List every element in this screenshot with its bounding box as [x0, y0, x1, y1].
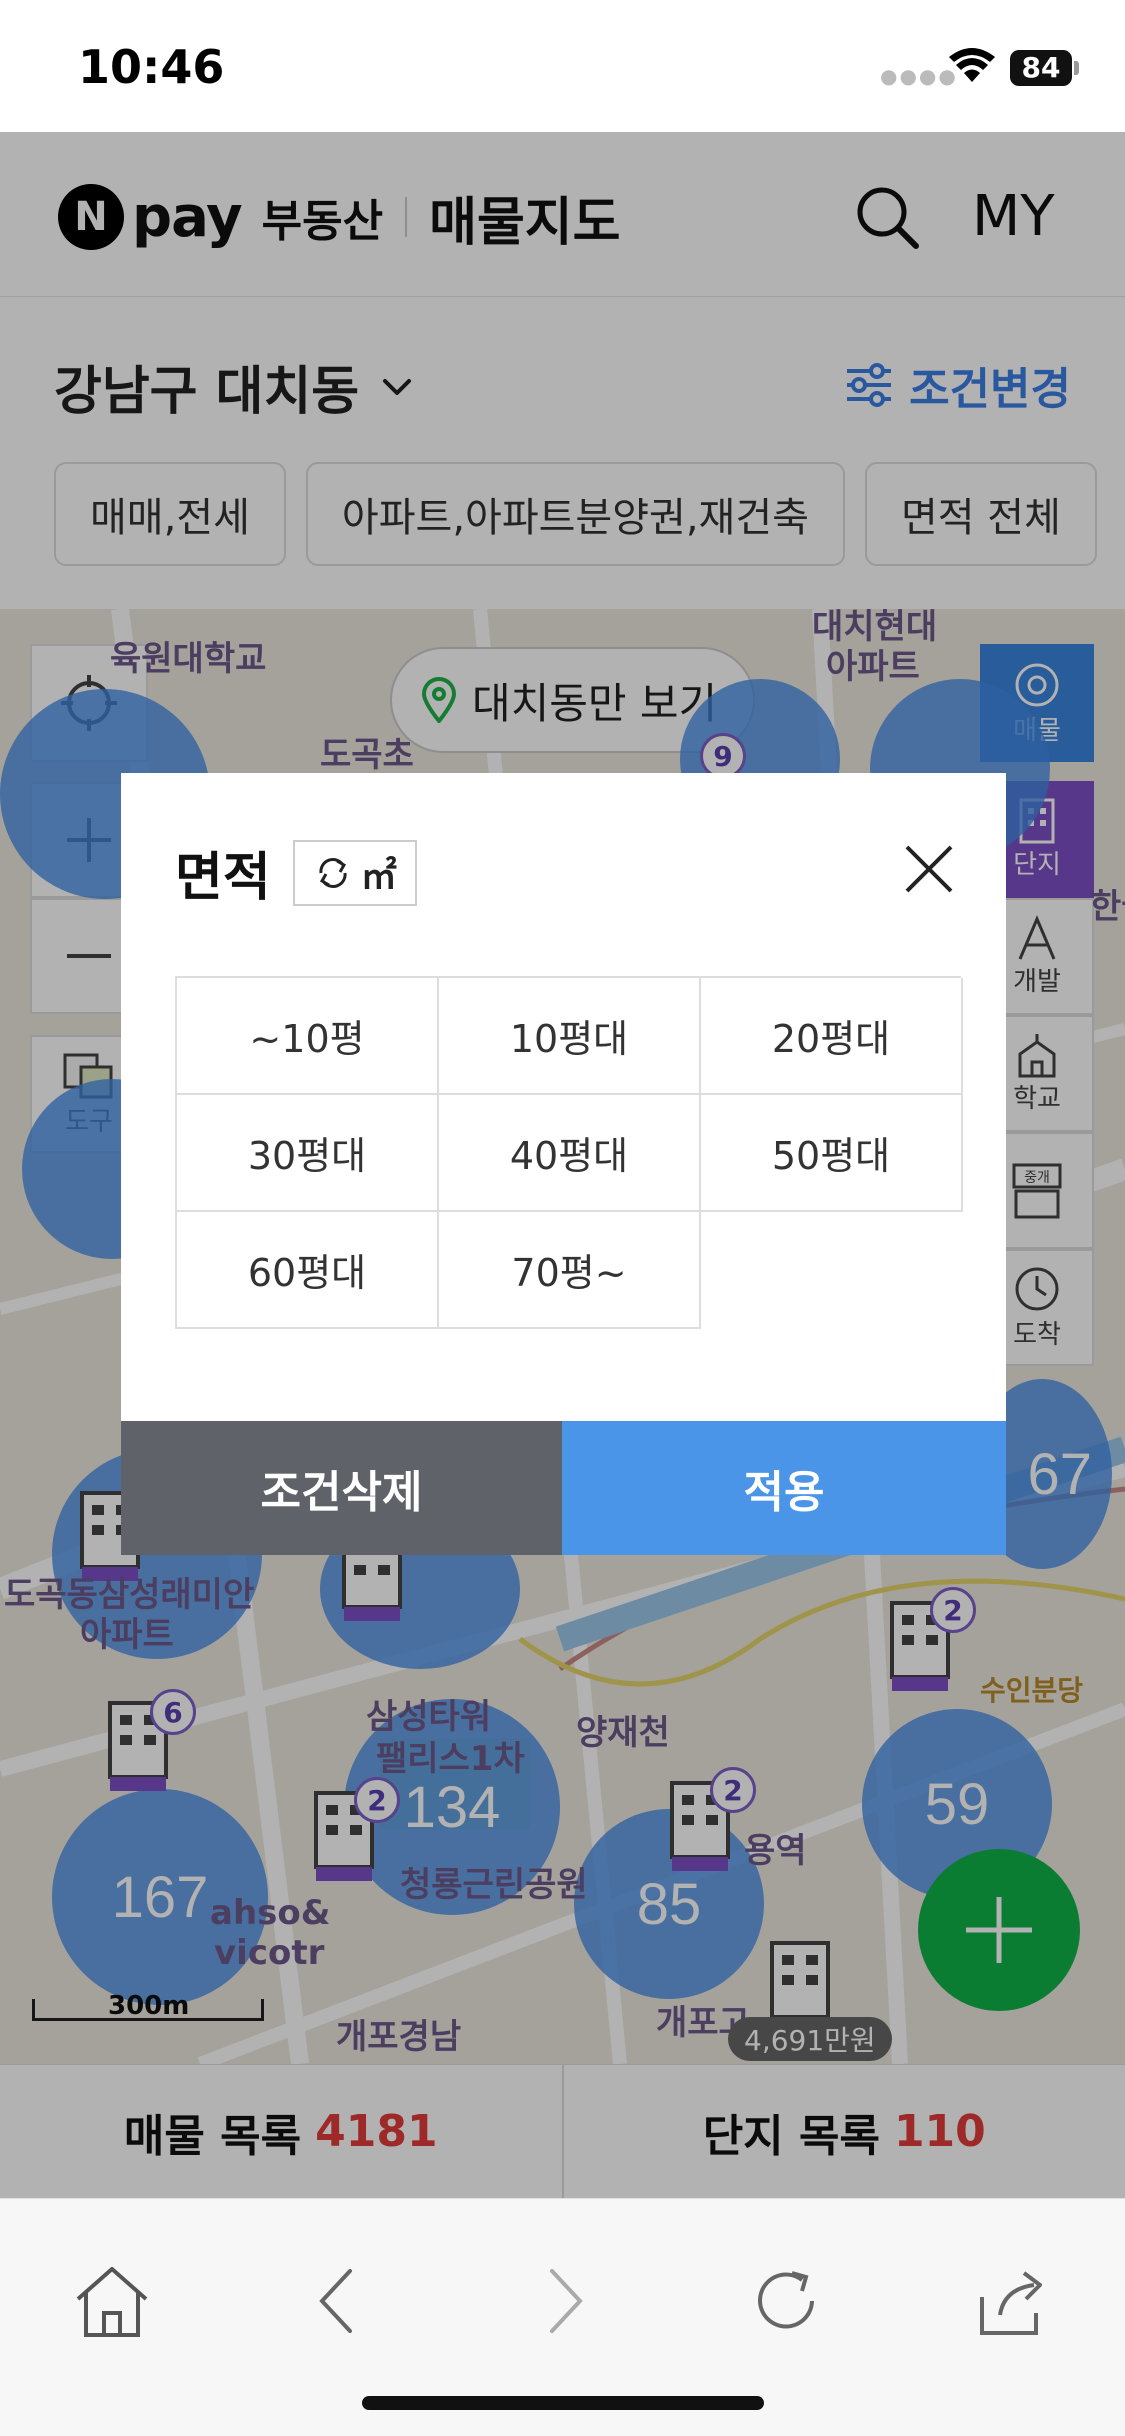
area-option[interactable]: 30평대	[177, 1095, 439, 1212]
area-option[interactable]: 50평대	[701, 1095, 963, 1212]
battery-icon: 84	[1010, 50, 1080, 86]
area-option[interactable]: ~10평	[177, 978, 439, 1095]
back-icon[interactable]	[298, 2261, 378, 2341]
area-option[interactable]: 10평대	[439, 978, 701, 1095]
share-icon[interactable]	[972, 2261, 1052, 2341]
status-time: 10:46	[78, 40, 225, 94]
signal-dots-icon: ●●●●	[880, 64, 958, 88]
area-filter-modal: 면적 ㎡ ~10평 10평대 20평대 30평대 40평대 50평대 60평대 …	[121, 773, 1006, 1555]
close-icon[interactable]	[899, 839, 959, 899]
swap-icon	[319, 857, 347, 888]
area-option[interactable]: 70평~	[439, 1212, 701, 1329]
area-option[interactable]: 60평대	[177, 1212, 439, 1329]
unit-toggle-label: ㎡	[360, 855, 397, 897]
forward-icon[interactable]	[524, 2261, 604, 2341]
modal-header: 면적 ㎡	[175, 835, 417, 910]
modal-title: 면적	[175, 848, 271, 908]
area-option[interactable]: 40평대	[439, 1095, 701, 1212]
apply-button[interactable]: 적용	[562, 1421, 1006, 1555]
home-icon[interactable]	[72, 2261, 152, 2341]
status-bar: 10:46 ●●●● 84	[0, 0, 1125, 132]
wifi-icon	[949, 48, 995, 82]
clear-conditions-button[interactable]: 조건삭제	[121, 1421, 562, 1555]
reload-icon[interactable]	[746, 2261, 826, 2341]
home-indicator	[362, 2396, 764, 2410]
battery-level: 84	[1010, 50, 1072, 86]
unit-toggle-button[interactable]: ㎡	[292, 839, 417, 906]
area-option[interactable]: 20평대	[701, 978, 963, 1095]
modal-footer: 조건삭제 적용	[121, 1421, 1006, 1555]
area-options-grid: ~10평 10평대 20평대 30평대 40평대 50평대 60평대 70평~	[175, 976, 963, 1329]
